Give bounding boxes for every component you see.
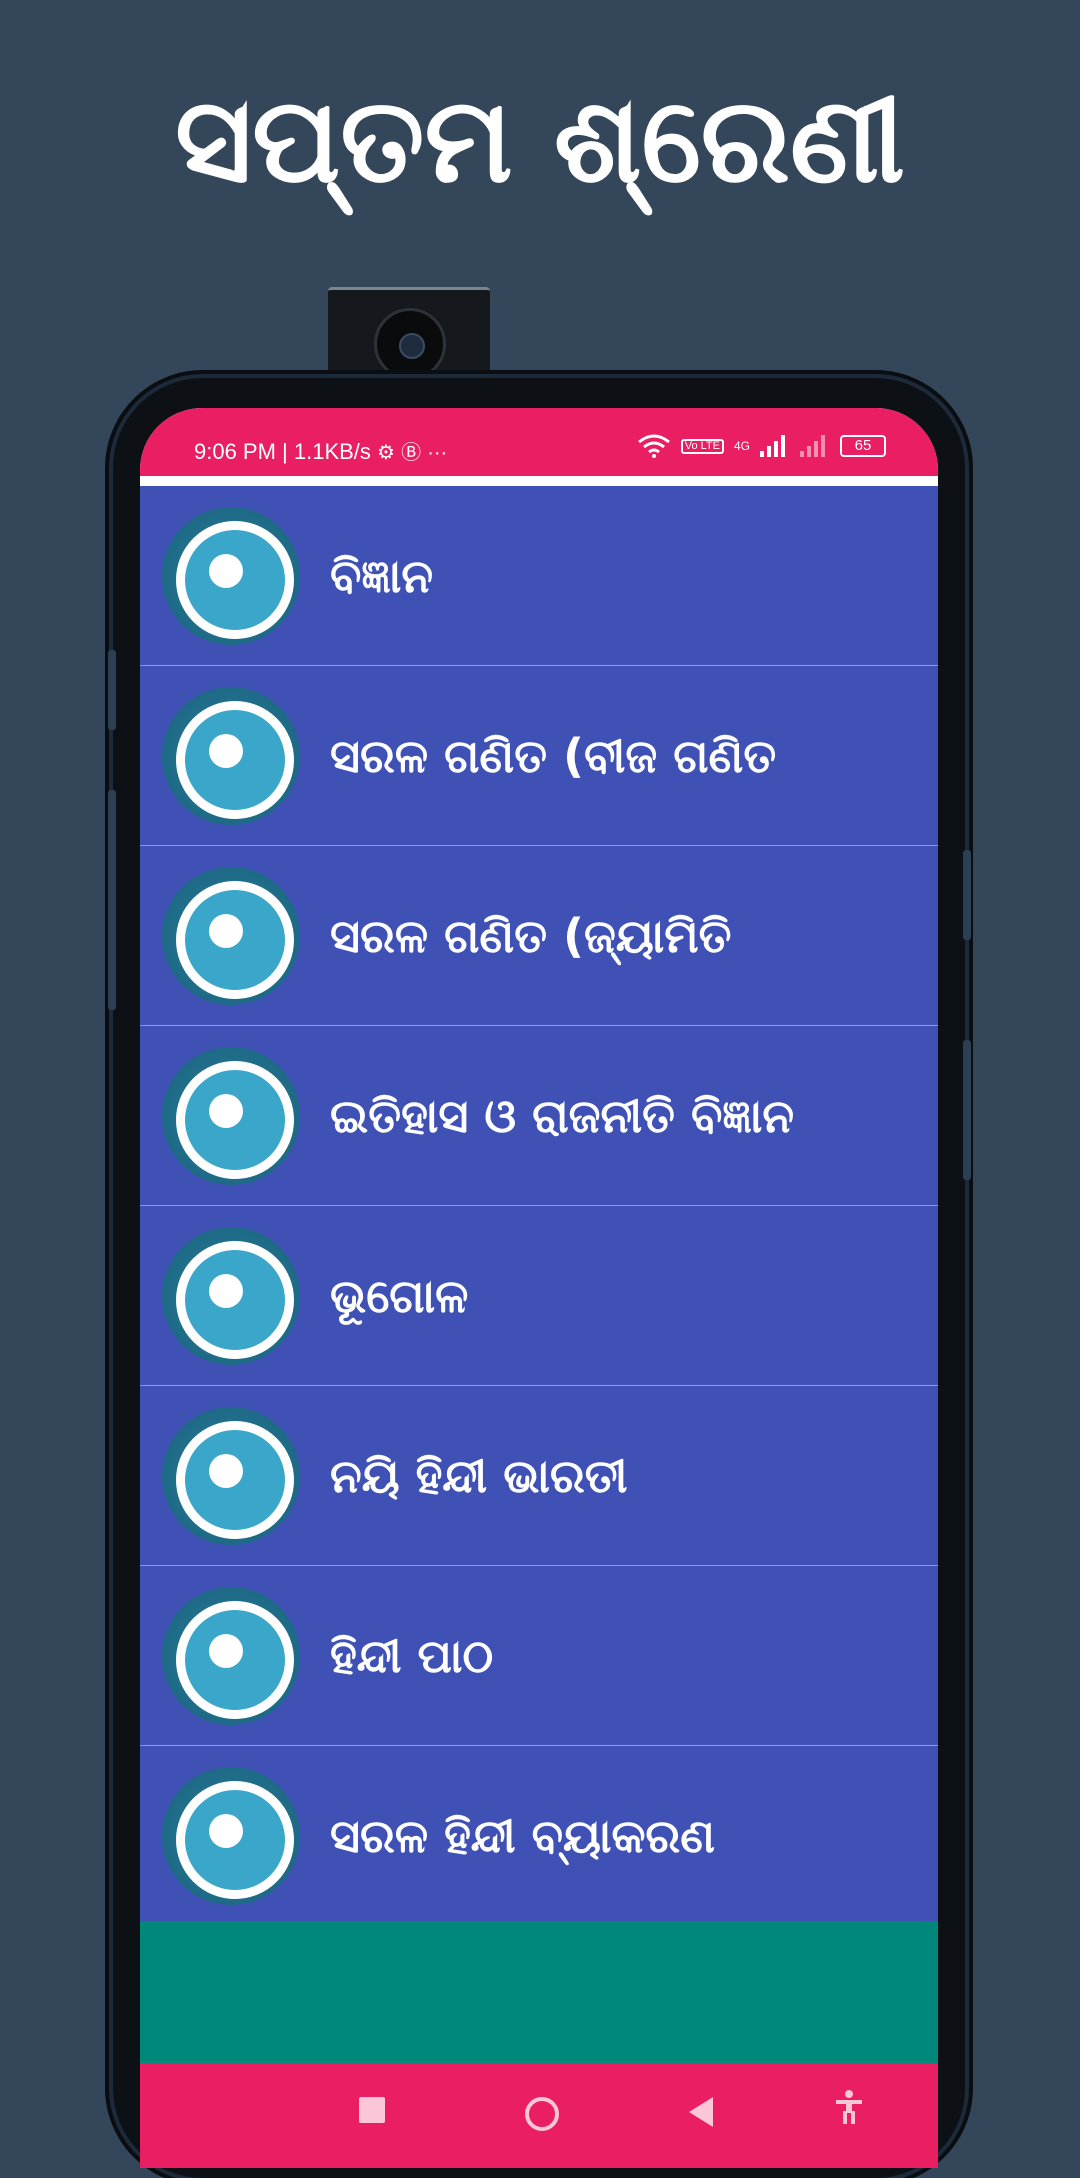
status-left: 9:06 PM | 1.1KB/s ⚙ Ⓑ ··· [194, 436, 447, 465]
status-right: Vo LTE 4G 65 [637, 434, 886, 458]
subject-label: ସରଳ ଗଣିତ (ଜ୍ୟାମିତି [330, 909, 732, 963]
wifi-icon [637, 434, 670, 458]
status-bar: 9:06 PM | 1.1KB/s ⚙ Ⓑ ··· Vo LTE 4G 65 [140, 408, 938, 476]
back-triangle-icon[interactable] [689, 2097, 713, 2127]
radio-circle-icon [162, 1767, 300, 1905]
subject-item-hindi-grammar[interactable]: ସରଳ ହିନ୍ଦୀ ବ୍ୟାକରଣ [140, 1746, 938, 1926]
status-divider [140, 476, 938, 486]
volte-icon: Vo LTE [680, 438, 724, 454]
subject-label: ନୟି ହିନ୍ଦୀ ଭାରତୀ [330, 1449, 628, 1503]
phone-side-button [108, 650, 116, 730]
more-notifications-icon: ··· [427, 442, 448, 464]
recents-square-icon[interactable] [359, 2097, 385, 2123]
signal-2-icon [800, 435, 825, 457]
subject-label: ବିଜ୍ଞାନ [330, 549, 434, 603]
camera-lens-icon [374, 308, 446, 380]
subject-label: ସରଳ ଗଣିତ (ବୀଜ ଗଣିତ [330, 729, 777, 783]
settings-icon: ⚙ [377, 442, 395, 464]
signal-icon [760, 435, 785, 457]
phone-side-button [963, 850, 971, 940]
subject-item-hindi-path[interactable]: ହିନ୍ଦୀ ପାଠ [140, 1566, 938, 1746]
subject-item-history-civics[interactable]: ଇତିହାସ ଓ ରାଜନୀତି ବିଜ୍ଞାନ [140, 1026, 938, 1206]
network-type: 4G [733, 439, 750, 453]
phone-screen: 9:06 PM | 1.1KB/s ⚙ Ⓑ ··· Vo LTE 4G 65 ବ… [140, 408, 938, 2168]
home-circle-icon[interactable] [525, 2097, 559, 2131]
subject-item-hindi-bharati[interactable]: ନୟି ହିନ୍ଦୀ ଭାରତୀ [140, 1386, 938, 1566]
radio-circle-icon [162, 867, 300, 1005]
subject-label: ହିନ୍ଦୀ ପାଠ [330, 1629, 494, 1683]
popup-camera [328, 287, 490, 388]
radio-circle-icon [162, 1227, 300, 1365]
subject-item-geometry[interactable]: ସରଳ ଗଣିତ (ଜ୍ୟାମିତି [140, 846, 938, 1026]
b-notification-icon: Ⓑ [401, 442, 422, 464]
radio-circle-icon [162, 1407, 300, 1545]
page-headline: ସପ୍ତମ ଶ୍ରେଣୀ [175, 71, 905, 209]
subject-item-science[interactable]: ବିଜ୍ଞାନ [140, 486, 938, 666]
radio-circle-icon [162, 1587, 300, 1725]
subject-label: ସରଳ ହିନ୍ଦୀ ବ୍ୟାକରଣ [330, 1809, 716, 1863]
accessibility-icon[interactable] [834, 2089, 864, 2131]
subject-item-algebra[interactable]: ସରଳ ଗଣିତ (ବୀଜ ଗଣିତ [140, 666, 938, 846]
battery-icon: 65 [840, 435, 886, 457]
navigation-bar [140, 2063, 938, 2168]
radio-circle-icon [162, 507, 300, 645]
status-time: 9:06 PM | 1.1KB/s [194, 439, 371, 464]
subject-label: ଭୂଗୋଳ [330, 1269, 469, 1323]
radio-circle-icon [162, 687, 300, 825]
radio-circle-icon [162, 1047, 300, 1185]
subject-list: ବିଜ୍ଞାନ ସରଳ ଗଣିତ (ବୀଜ ଗଣିତ ସରଳ ଗଣିତ (ଜ୍ୟ… [140, 486, 938, 1926]
phone-side-button [963, 1040, 971, 1180]
subject-label: ଇତିହାସ ଓ ରାଜନୀତି ବିଜ୍ଞାନ [330, 1089, 795, 1143]
subject-item-geography[interactable]: ଭୂଗୋଳ [140, 1206, 938, 1386]
phone-side-button [108, 790, 116, 1010]
ad-banner-area [140, 1921, 938, 2063]
